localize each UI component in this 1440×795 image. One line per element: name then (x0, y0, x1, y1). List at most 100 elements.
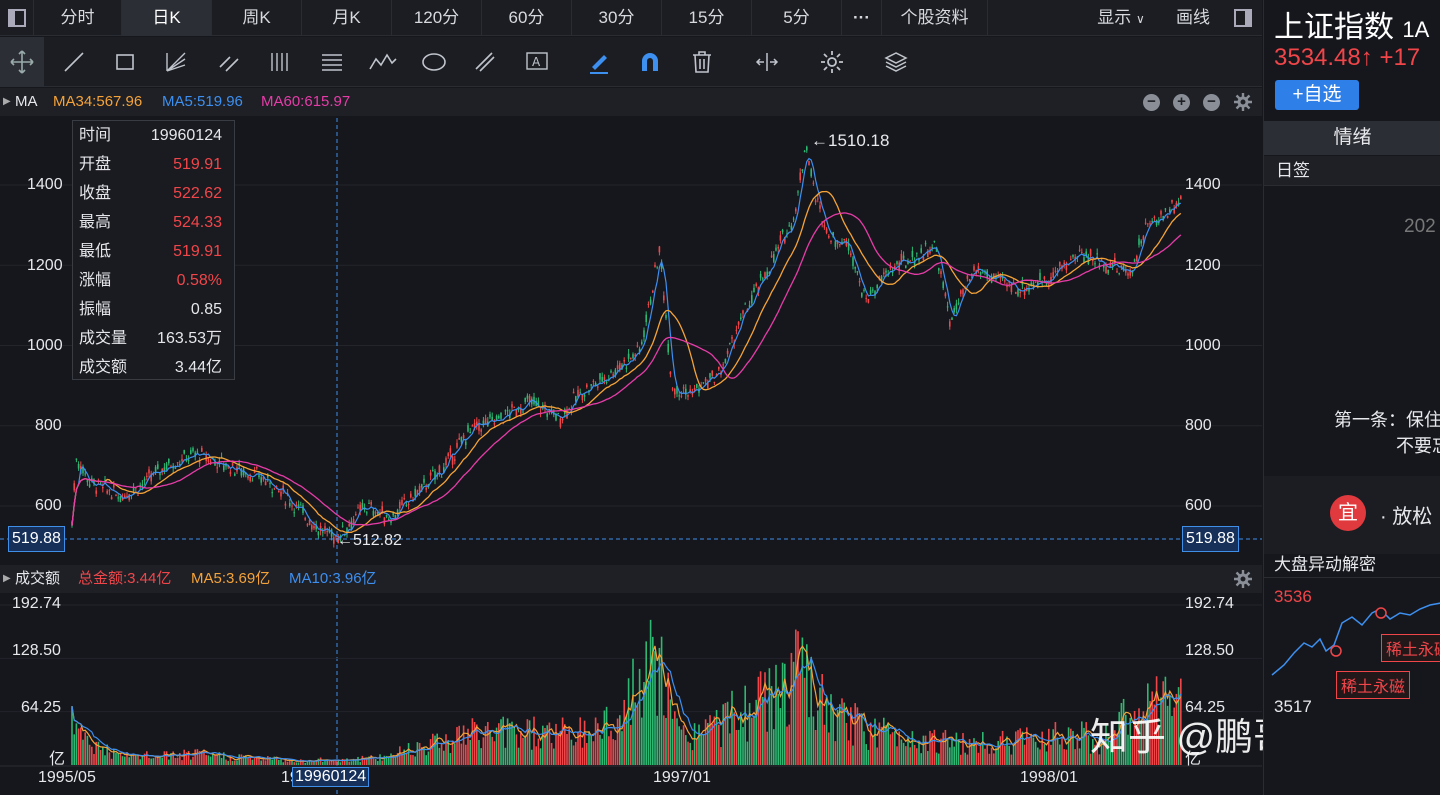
x-cursor-date: 19960124 (292, 767, 370, 787)
volume-bar (647, 680, 650, 765)
candle-body (616, 365, 619, 369)
candle-body (863, 289, 865, 291)
volume-bar (348, 761, 350, 765)
tooltip-row-volume: 成交量 163.53万 (79, 330, 222, 347)
volume-bar (575, 741, 577, 765)
index-title: 上证指数 1A (1274, 11, 1430, 44)
volume-bar (434, 735, 436, 765)
candle-body (75, 458, 78, 460)
candle-body (671, 388, 674, 390)
candle-body (201, 447, 203, 452)
candle-body (1078, 249, 1081, 251)
volume-bar (896, 746, 898, 765)
candle-body (1155, 220, 1158, 226)
candle-body (792, 218, 795, 220)
vol-tick-left: 亿 (49, 751, 66, 768)
volume-bar (762, 697, 764, 765)
volume-bar (1067, 727, 1070, 765)
candle-body (234, 473, 236, 476)
volume-bar (462, 725, 465, 765)
candle-body (630, 357, 632, 359)
volume-bar (878, 722, 881, 765)
candle-body (649, 299, 652, 304)
volume-bar (553, 748, 555, 765)
volume-settings-gear-icon[interactable] (1233, 569, 1253, 599)
volume-bar (766, 731, 768, 765)
volume-bar (770, 686, 773, 765)
candle-body (951, 317, 953, 320)
candle-body (278, 491, 280, 493)
rule-line-1: 第一条：保住 (1334, 410, 1440, 430)
volume-bar (416, 742, 419, 765)
mood-avatar: 宜 (1330, 495, 1366, 531)
volume-bar (115, 752, 117, 765)
candle-body (284, 503, 287, 506)
candle-body (438, 465, 441, 473)
candle-body (311, 525, 313, 530)
volume-bar (524, 735, 526, 765)
volume-bar (777, 693, 779, 765)
volume-bar (238, 754, 240, 765)
volume-bar (374, 759, 377, 765)
add-watchlist-button[interactable]: +自选 (1275, 80, 1359, 110)
volume-bar (1023, 744, 1026, 765)
candle-body (810, 169, 812, 177)
candle-body (425, 487, 427, 490)
candle-body (731, 337, 733, 339)
candle-body (157, 464, 159, 469)
volume-bar (163, 751, 166, 765)
volume-bar (876, 747, 878, 765)
candle-body (357, 507, 359, 509)
collapse-arrow-icon[interactable]: ▶ (3, 565, 11, 593)
candle-body (788, 225, 790, 227)
volume-bar (788, 724, 790, 765)
candle-body (313, 526, 315, 529)
y-tick-right: 1200 (1185, 257, 1221, 274)
candle-body (124, 495, 126, 498)
volume-title: 成交额 (15, 570, 61, 587)
candle-body (1105, 266, 1107, 274)
candle-body (271, 492, 273, 494)
volume-bar (190, 759, 192, 765)
candle-body (968, 279, 971, 281)
volume-bar (460, 743, 463, 765)
event-tag[interactable]: 稀土永磁 (1336, 671, 1411, 699)
candle-body (322, 531, 324, 533)
volume-bar (586, 743, 588, 765)
volume-bar (504, 747, 507, 765)
volume-bar (1052, 729, 1054, 765)
volume-bar (966, 754, 969, 765)
volume-bar (412, 755, 414, 765)
volume-bar (649, 619, 652, 765)
volume-bar (82, 739, 84, 765)
candle-body (143, 478, 146, 481)
x-tick-end: 1998/01 (1020, 769, 1078, 786)
volume-bar (480, 748, 482, 765)
volume-bar (689, 742, 691, 765)
candle-body (561, 418, 564, 421)
candle-body (515, 409, 518, 417)
candle-body (933, 240, 936, 242)
candle-body (467, 425, 469, 432)
candle-body (117, 497, 119, 499)
volume-bar (1019, 728, 1021, 765)
candle-body (808, 161, 810, 166)
candle-body (944, 293, 947, 297)
volume-bar (205, 755, 207, 765)
volume-bar (119, 753, 122, 765)
volume-bar (612, 739, 614, 765)
candle-body (137, 494, 139, 496)
candle-body (830, 241, 832, 243)
volume-bar (953, 746, 955, 765)
rule-line-2: 不要忘 (1396, 436, 1440, 456)
volume-bar (339, 762, 342, 765)
volume-bar (429, 739, 432, 765)
candle-body (744, 303, 746, 305)
event-tag[interactable]: 稀土永磁 (1381, 634, 1440, 662)
tab-sentiment[interactable]: 情绪 (1264, 121, 1440, 155)
market-news-title[interactable]: 大盘异动解密 (1274, 550, 1376, 575)
candle-body (880, 276, 883, 280)
volume-bar (427, 751, 430, 765)
tooltip-row-open: 开盘 519.91 (79, 156, 222, 173)
volume-bar (834, 741, 837, 765)
